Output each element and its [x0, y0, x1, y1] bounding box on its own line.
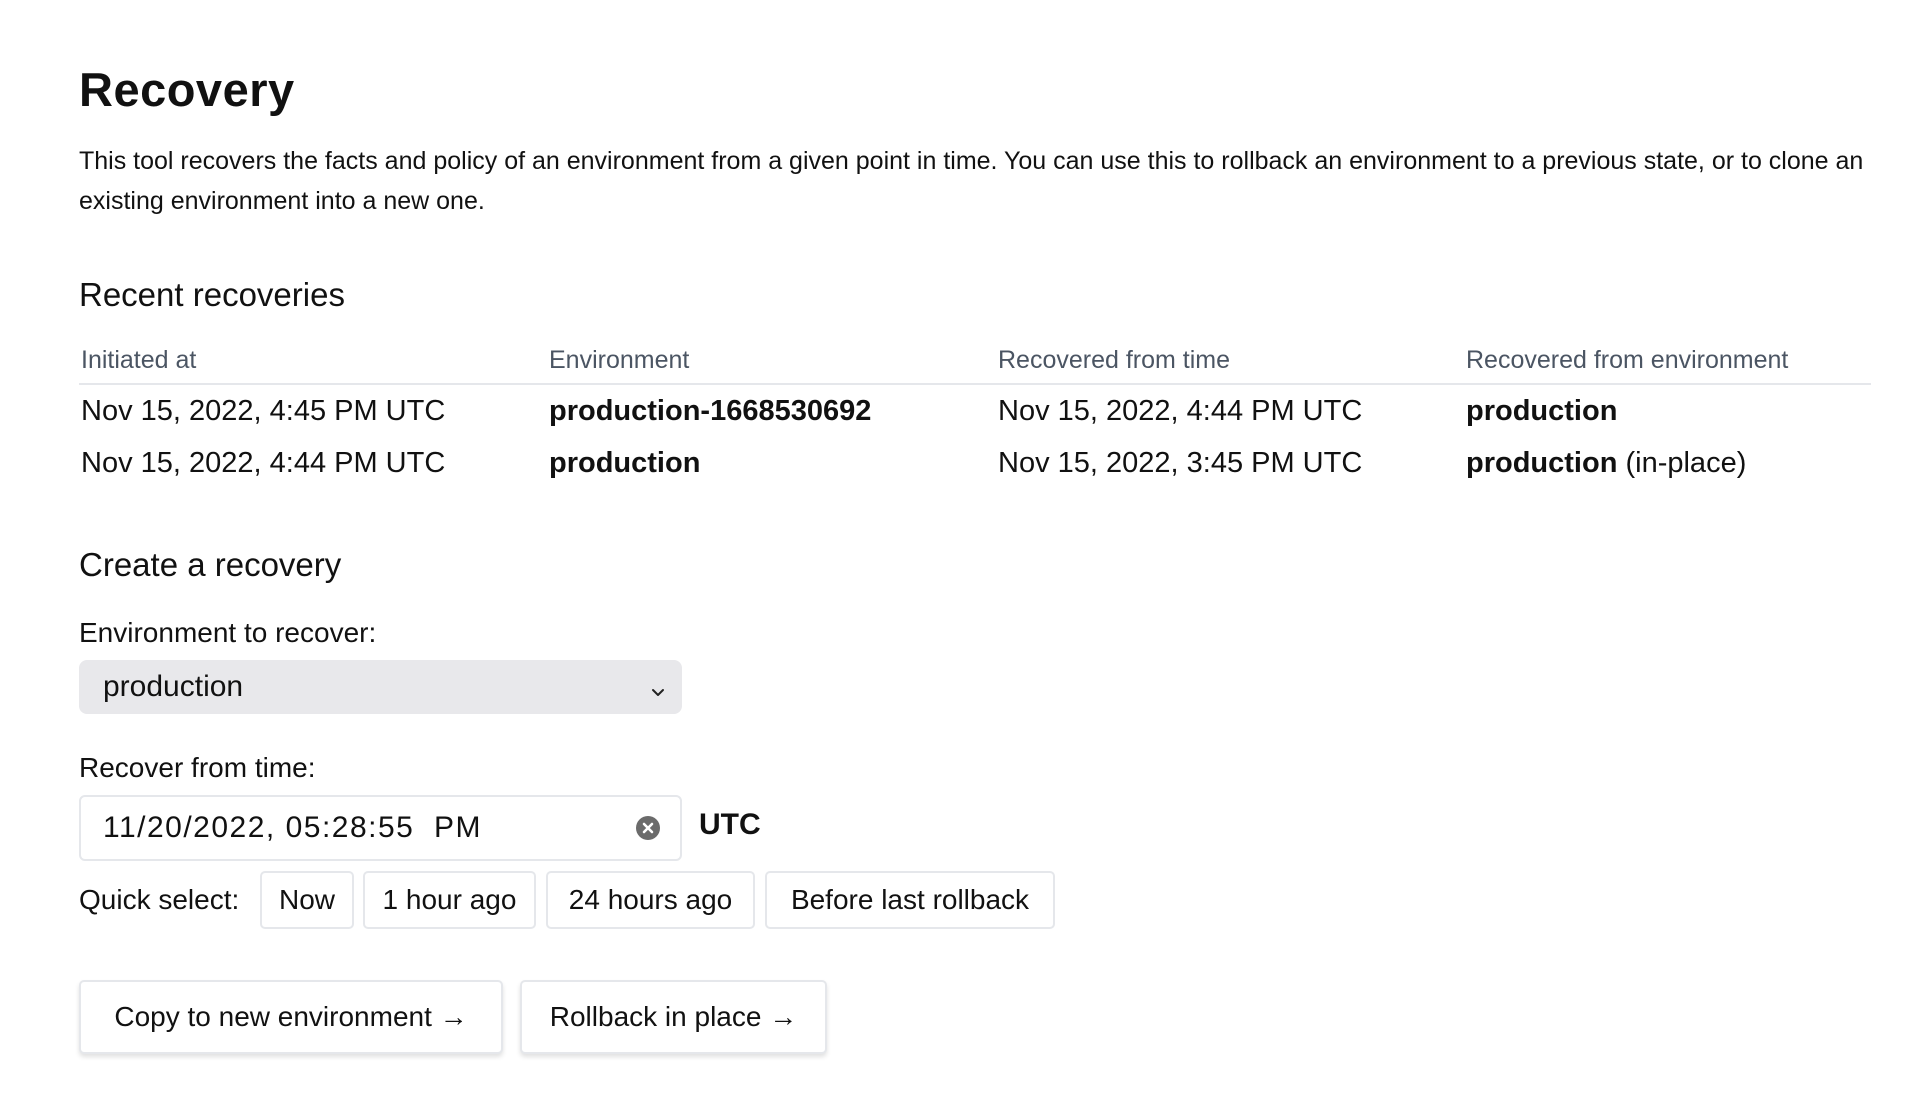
page-title: Recovery [79, 63, 295, 116]
clear-circle-x-icon[interactable] [636, 816, 660, 840]
column-header-recovered-from-time: Recovered from time [996, 340, 1464, 385]
column-header-environment: Environment [547, 340, 996, 385]
environment-select[interactable]: production [79, 660, 682, 714]
create-recovery-heading: Create a recovery [79, 546, 342, 583]
cell-recovered-from-time: Nov 15, 2022, 4:44 PM UTC [998, 394, 1363, 427]
environment-select-value: production [103, 670, 244, 703]
page-description: This tool recovers the facts and policy … [79, 147, 1864, 215]
environment-name: production [549, 446, 701, 479]
table-row: Nov 15, 2022, 4:45 PM UTC production-166… [79, 384, 1871, 437]
quick-select-24-hours-ago-button[interactable]: 24 hours ago [546, 871, 755, 929]
time-input-label: Recover from time: [79, 752, 316, 783]
table-row: Nov 15, 2022, 4:44 PM UTC production Nov… [79, 437, 1871, 489]
cell-initiated-at: Nov 15, 2022, 4:44 PM UTC [81, 446, 446, 479]
table-header-row: Initiated at Environment Recovered from … [79, 340, 1871, 385]
quick-select-label: Quick select: [79, 884, 240, 915]
recover-time-input[interactable]: 11/20/2022, 05:28:55 PM [79, 795, 682, 861]
copy-to-new-environment-button[interactable]: Copy to new environment → [79, 980, 503, 1054]
rollback-in-place-button[interactable]: Rollback in place → [520, 980, 827, 1054]
chevron-down-icon [648, 676, 668, 696]
recent-recoveries-table: Initiated at Environment Recovered from … [79, 340, 1871, 489]
cell-recovered-from-environment: production [1464, 384, 1871, 437]
cell-recovered-from-time: Nov 15, 2022, 3:45 PM UTC [998, 446, 1363, 479]
source-environment-name: production [1466, 394, 1618, 427]
cell-initiated-at: Nov 15, 2022, 4:45 PM UTC [81, 394, 446, 427]
cell-environment: production-1668530692 [547, 384, 996, 437]
source-environment-name: production [1466, 446, 1618, 479]
column-header-initiated-at: Initiated at [79, 340, 547, 385]
quick-select-before-last-rollback-button[interactable]: Before last rollback [765, 871, 1055, 929]
environment-select-label: Environment to recover: [79, 617, 377, 648]
recovery-note: (in-place) [1617, 446, 1747, 479]
column-header-recovered-from-environment: Recovered from environment [1464, 340, 1871, 385]
recent-recoveries-heading: Recent recoveries [79, 276, 345, 313]
quick-select-now-button[interactable]: Now [260, 871, 354, 929]
quick-select-1-hour-ago-button[interactable]: 1 hour ago [363, 871, 536, 929]
timezone-label: UTC [699, 808, 761, 841]
cell-environment: production [547, 437, 996, 489]
environment-name: production-1668530692 [549, 394, 872, 427]
recover-time-value: 11/20/2022, 05:28:55 PM [103, 811, 483, 844]
cell-recovered-from-environment: production (in-place) [1464, 437, 1871, 489]
